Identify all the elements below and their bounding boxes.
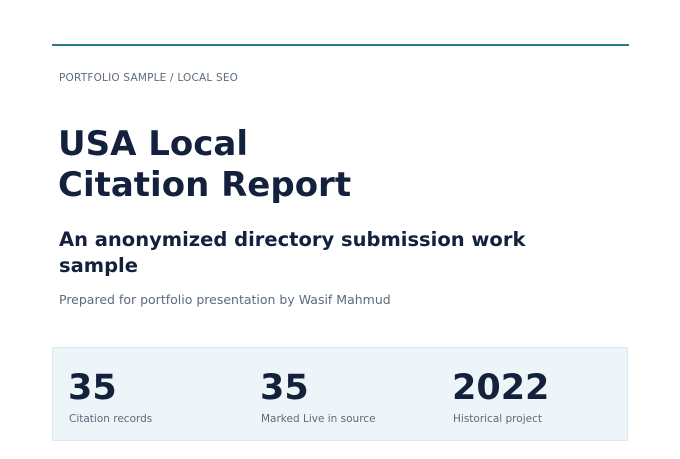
report-cover: PORTFOLIO SAMPLE / LOCAL SEO USA Local C…	[0, 0, 680, 459]
stat-value: 2022	[452, 368, 550, 408]
prepared-by-text: Prepared for portfolio presentation by W…	[59, 292, 391, 307]
stat-label: Historical project	[453, 413, 542, 425]
stat-label: Marked Live in source	[261, 413, 376, 425]
stat-label: Citation records	[69, 413, 153, 425]
stat-value: 35	[260, 368, 309, 408]
eyebrow-label: PORTFOLIO SAMPLE / LOCAL SEO	[59, 72, 239, 84]
top-divider	[52, 44, 629, 46]
report-subtitle: An anonymized directory submission work …	[59, 228, 526, 277]
stat-value: 35	[68, 368, 117, 408]
stats-panel: 35 Citation records 35 Marked Live in so…	[52, 347, 628, 441]
report-title: USA Local Citation Report	[58, 124, 352, 205]
